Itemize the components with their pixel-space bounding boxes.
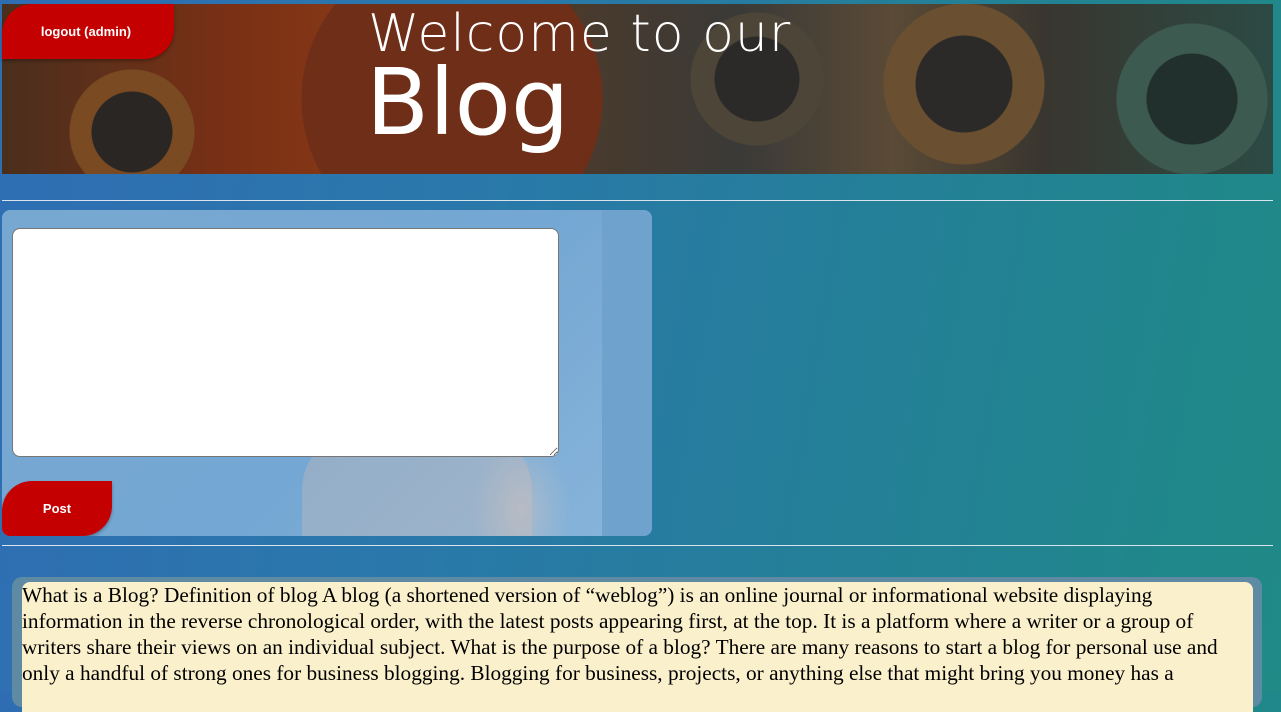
header-banner: Welcome to our Blog <box>2 4 1273 174</box>
post-textarea[interactable] <box>12 228 559 457</box>
post-button[interactable]: Post <box>2 481 112 536</box>
logout-button[interactable]: logout (admin) <box>2 4 174 59</box>
banner-title-blog: Blog <box>366 49 570 156</box>
divider-top <box>2 200 1273 201</box>
divider-bottom <box>2 545 1273 546</box>
new-post-panel: Post <box>2 210 652 536</box>
